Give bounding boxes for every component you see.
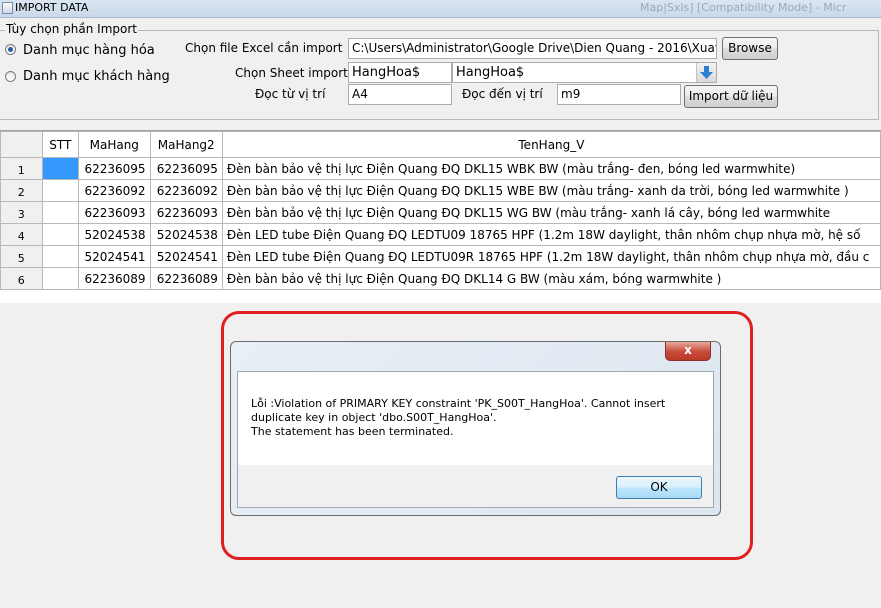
from-position-input[interactable]: A4: [348, 84, 452, 105]
sheet-select-value: HangHoa$: [456, 65, 525, 80]
column-header-mahang[interactable]: MaHang: [77, 131, 151, 158]
radio-selected-dot: [8, 47, 13, 52]
column-header-mahang2[interactable]: MaHang2: [149, 131, 223, 158]
column-header-stt[interactable]: STT: [41, 131, 79, 158]
table-row[interactable]: 2 62236092 62236092 Đèn bàn bảo vệ thị lực …: [0, 179, 881, 202]
sheet-name-input[interactable]: HangHoa$: [348, 62, 452, 83]
table-row[interactable]: 3 62236093 62236093 Đèn bàn bảo vệ thị lực …: [0, 201, 881, 224]
cell-mahang2[interactable]: 62236093: [149, 201, 223, 224]
ok-button[interactable]: OK: [616, 476, 702, 499]
arrow-down-icon: [700, 66, 713, 79]
cell-tenhang[interactable]: Đèn LED tube Điện Quang ĐQ LEDTU09R 1876…: [221, 245, 881, 268]
cell-mahang2[interactable]: 52024538: [149, 223, 223, 246]
table-row[interactable]: 6 62236089 62236089 Đèn bàn bảo vệ thị lực …: [0, 267, 881, 290]
browse-button[interactable]: Browse: [722, 37, 778, 60]
row-header[interactable]: 3: [0, 201, 43, 224]
title-bar: IMPORT DATA Map|Sxls] [Compatibility Mod…: [0, 0, 881, 18]
row-header[interactable]: 1: [0, 157, 43, 180]
error-message-line: duplicate key in object 'dbo.S00T_HangHo…: [251, 411, 497, 424]
cell-mahang[interactable]: 62236093: [77, 201, 151, 224]
data-grid: STT MaHang MaHang2 TenHang_V 1 62236095 62…: [0, 130, 881, 303]
row-header[interactable]: 4: [0, 223, 43, 246]
cell-mahang2[interactable]: 62236095: [149, 157, 223, 180]
import-options-title: Tùy chọn phần Import: [5, 22, 138, 37]
cell-tenhang[interactable]: Đèn bàn bảo vệ thị lực Điện Quang ĐQ DKL…: [221, 179, 881, 202]
close-icon: x: [684, 343, 692, 357]
error-message-line: Lỗi :Violation of PRIMARY KEY constraint…: [251, 397, 666, 410]
to-position-input[interactable]: m9: [557, 84, 681, 105]
sheet-label: Chọn Sheet import: [235, 66, 348, 80]
from-label: Đọc từ vị trí: [255, 87, 326, 101]
cell-stt[interactable]: [41, 157, 79, 180]
cell-stt[interactable]: [41, 245, 79, 268]
cell-stt[interactable]: [41, 267, 79, 290]
background-window-title: Map|Sxls] [Compatibility Mode] - Micr: [640, 1, 847, 14]
row-header[interactable]: 5: [0, 245, 43, 268]
cell-tenhang[interactable]: Đèn LED tube Điện Quang ĐQ LEDTU09 18765…: [221, 223, 881, 246]
table-row[interactable]: 4 52024538 52024538 Đèn LED tube Điện Quang…: [0, 223, 881, 246]
table-header-row: STT MaHang MaHang2 TenHang_V: [0, 131, 881, 158]
cell-tenhang[interactable]: Đèn bàn bảo vệ thị lực Điện Quang ĐQ DKL…: [221, 201, 881, 224]
column-header-tenhang[interactable]: TenHang_V: [221, 131, 881, 158]
dialog-content: Lỗi :Violation of PRIMARY KEY constraint…: [237, 371, 714, 508]
cell-mahang2[interactable]: 62236092: [149, 179, 223, 202]
cell-tenhang[interactable]: Đèn bàn bảo vệ thị lực Điện Quang ĐQ DKL…: [221, 157, 881, 180]
error-message-line: The statement has been terminated.: [251, 425, 454, 438]
table-row[interactable]: 1 62236095 62236095 Đèn bàn bảo vệ thị lực …: [0, 157, 881, 180]
cell-mahang[interactable]: 62236095: [77, 157, 151, 180]
corner-header[interactable]: [0, 131, 43, 158]
sheet-select[interactable]: HangHoa$: [452, 62, 717, 83]
cell-mahang[interactable]: 52024538: [77, 223, 151, 246]
cell-mahang[interactable]: 52024541: [77, 245, 151, 268]
cell-mahang2[interactable]: 52024541: [149, 245, 223, 268]
cell-stt[interactable]: [41, 179, 79, 202]
cell-mahang[interactable]: 62236089: [77, 267, 151, 290]
row-header[interactable]: 6: [0, 267, 43, 290]
error-dialog: x Lỗi :Violation of PRIMARY KEY constrai…: [230, 341, 721, 516]
error-message: Lỗi :Violation of PRIMARY KEY constraint…: [251, 397, 691, 439]
cell-stt[interactable]: [41, 223, 79, 246]
file-label: Chọn file Excel cần import: [185, 41, 343, 55]
dropdown-arrow-button[interactable]: [696, 63, 716, 82]
file-path-input[interactable]: C:\Users\Administrator\Google Drive\Dien…: [348, 38, 717, 59]
cell-stt[interactable]: [41, 201, 79, 224]
window-title: IMPORT DATA: [15, 1, 89, 14]
close-button[interactable]: x: [665, 342, 711, 361]
cell-mahang[interactable]: 62236092: [77, 179, 151, 202]
to-label: Đọc đến vị trí: [462, 87, 543, 101]
cell-tenhang[interactable]: Đèn bàn bảo vệ thị lực Điện Quang ĐQ DKL…: [221, 267, 881, 290]
row-header[interactable]: 2: [0, 179, 43, 202]
cell-mahang2[interactable]: 62236089: [149, 267, 223, 290]
radio-products[interactable]: [5, 44, 16, 55]
data-table: STT MaHang MaHang2 TenHang_V 1 62236095 62…: [0, 131, 881, 290]
app-icon: [2, 2, 13, 14]
import-data-button[interactable]: Import dữ liệu: [684, 85, 778, 108]
radio-customers[interactable]: [5, 71, 16, 82]
radio-customers-label[interactable]: Danh mục khách hàng: [23, 69, 170, 84]
table-row[interactable]: 5 52024541 52024541 Đèn LED tube Điện Quang…: [0, 245, 881, 268]
radio-products-label[interactable]: Danh mục hàng hóa: [23, 43, 155, 58]
import-data-window: IMPORT DATA Map|Sxls] [Compatibility Mod…: [0, 0, 881, 608]
